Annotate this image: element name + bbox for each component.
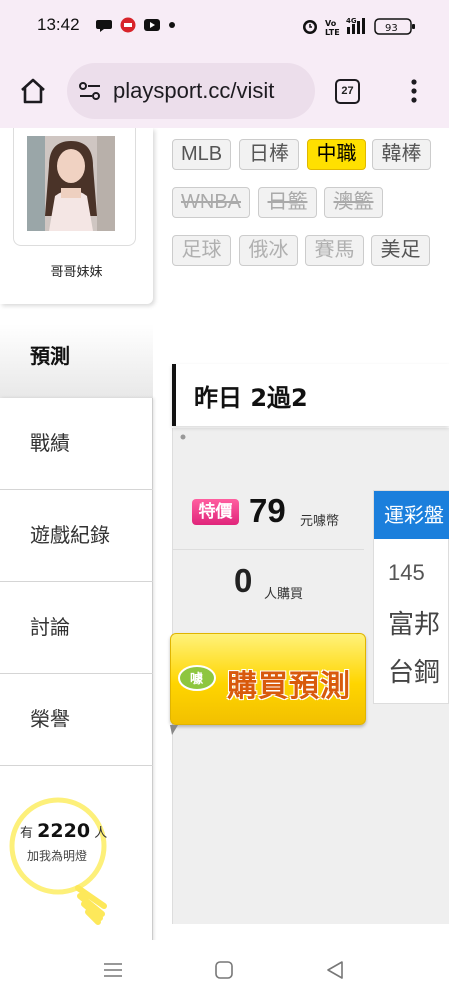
coin-icon: 噱: [178, 665, 216, 691]
nav-item-label: 預測: [30, 344, 70, 368]
section-title: 昨日 2過2: [194, 384, 308, 412]
status-bar: 13:42 Vo LTE 4G 93: [0, 0, 449, 52]
svg-text:Vo: Vo: [325, 19, 337, 28]
team-away: 台鋼: [388, 658, 441, 688]
home-icon[interactable]: [19, 77, 47, 105]
profile-name[interactable]: 哥哥妹妹: [0, 261, 153, 280]
game-card[interactable]: 運彩盤 145 富邦 台鋼: [373, 490, 449, 704]
tag-wnba[interactable]: WNBA: [172, 187, 250, 218]
nav-item-game-log[interactable]: 遊戲紀錄: [0, 490, 153, 582]
avatar-frame: [13, 128, 136, 246]
url-text[interactable]: playsport.cc/visit: [113, 78, 308, 104]
game-header: 運彩盤: [374, 491, 449, 539]
tag-jp-basketball[interactable]: 日籃: [258, 187, 317, 218]
buyer-count: 0: [234, 562, 253, 599]
signal-4g-icon: 4G: [346, 17, 365, 34]
fan-suffix: 人: [94, 826, 108, 841]
tab-switcher-button[interactable]: 27: [335, 79, 360, 104]
nav-item-label: 榮譽: [30, 707, 70, 731]
nav-item-record[interactable]: 戰績: [0, 398, 153, 490]
price-unit: 元噱幣: [300, 514, 340, 529]
button-fold-icon: [170, 725, 178, 735]
nav-item-label: 戰績: [30, 431, 70, 455]
fan-caption: 加我為明燈: [27, 849, 88, 863]
recent-apps-icon[interactable]: [104, 962, 122, 978]
youtube-icon: [144, 19, 160, 31]
fan-count: 有 2220 人: [20, 820, 107, 842]
game-number: 145: [388, 560, 425, 585]
svg-text:噱: 噱: [190, 671, 204, 687]
buyer-unit: 人購買: [264, 587, 304, 602]
tag-cpbl[interactable]: 中職: [307, 139, 366, 170]
site-settings-icon[interactable]: [79, 82, 101, 100]
notification-icons: [96, 17, 175, 33]
svg-text:93: 93: [385, 23, 398, 34]
alarm-icon: [303, 20, 317, 34]
nav-item-honors[interactable]: 榮譽: [0, 674, 153, 766]
team-home: 富邦: [388, 610, 441, 640]
special-badge: 特價: [192, 499, 239, 525]
svg-text:LTE: LTE: [325, 28, 340, 37]
back-icon[interactable]: [326, 961, 344, 979]
tag-horse-racing[interactable]: 賽馬: [305, 235, 364, 266]
section-header: 昨日 2過2: [172, 364, 449, 426]
menu-icon[interactable]: [409, 78, 419, 104]
dot-icon: [169, 22, 175, 28]
volte-icon: VoLTE: [325, 19, 340, 37]
tag-mlb[interactable]: MLB: [172, 139, 231, 170]
tag-kbo[interactable]: 韓棒: [372, 139, 431, 170]
profile-card[interactable]: 哥哥妹妹: [0, 128, 153, 304]
news-icon: [120, 17, 136, 33]
page-content: 哥哥妹妹 MLB 日棒 中職 韓棒 WNBA 日籃 澳籃 足球 俄冰 賽馬 美足…: [0, 128, 449, 940]
pin-icon: [180, 434, 186, 440]
nav-item-discussion[interactable]: 討論: [0, 582, 153, 674]
fan-count-number: 2220: [37, 820, 91, 842]
avatar[interactable]: [27, 136, 115, 231]
tag-au-basketball[interactable]: 澳籃: [324, 187, 383, 218]
home-nav-icon[interactable]: [215, 961, 233, 979]
browser-chrome: 13:42 Vo LTE 4G 93 playsport.cc/visit 27: [0, 0, 449, 128]
svg-text:4G: 4G: [346, 17, 357, 25]
system-icons: VoLTE 4G 93: [303, 17, 415, 37]
buy-button-label: 購買預測: [227, 669, 351, 704]
price-row: 特價 79 元噱幣: [172, 490, 364, 550]
price-value: 79: [249, 492, 286, 529]
nav-item-label: 討論: [30, 615, 70, 639]
nav-item-predict[interactable]: 預測: [0, 324, 153, 398]
tag-npb[interactable]: 日棒: [239, 139, 299, 170]
chat-icon: [96, 20, 112, 32]
fan-prefix: 有: [20, 826, 34, 841]
battery-icon: 93: [374, 18, 415, 35]
nav-item-label: 遊戲紀錄: [30, 523, 110, 547]
tag-russian-hockey[interactable]: 俄冰: [239, 235, 298, 266]
tag-soccer[interactable]: 足球: [172, 235, 231, 266]
fan-bulb[interactable]: 有 2220 人 加我為明燈: [0, 796, 153, 936]
tag-nfl[interactable]: 美足: [371, 235, 430, 266]
system-nav-bar: [0, 940, 449, 1000]
buy-prediction-button[interactable]: 噱 購買預測: [170, 633, 366, 725]
status-time: 13:42: [37, 15, 80, 34]
